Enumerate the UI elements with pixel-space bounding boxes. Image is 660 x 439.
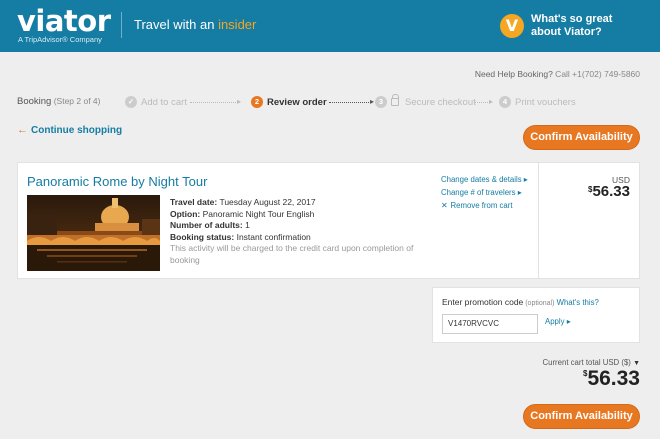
promo-code-box: Enter promotion code (optional) What's t… [432,287,640,343]
total-symbol: $ [582,369,588,378]
promo-label-row: Enter promotion code (optional) What's t… [442,297,599,307]
whats-this-link[interactable]: What's this? [554,298,599,307]
triangle-right-icon: ▸ [566,317,571,326]
price-column: USD $56.33 [538,163,640,278]
triangle-right-icon: ▸ [523,175,528,184]
remove-label: Remove from cart [450,201,513,210]
help-phone: Call +1(702) 749-5860 [552,69,640,79]
steps-title-label: Booking [17,96,52,107]
change-dates-label: Change dates & details [441,175,522,184]
cart-total-currency: USD ($) [600,358,631,367]
status-row: Booking status: Instant confirmation [170,232,430,244]
tagline: Travel with an insider [134,17,256,32]
rome-night-image [27,195,160,271]
whats-so-great-line1: What's so great [531,13,613,25]
step-label-print-vouchers: Print vouchers [515,96,576,108]
step-connector [474,102,490,103]
status-value: Instant confirmation [234,231,311,242]
adults-row: Number of adults: 1 [170,220,430,232]
steps-title-step: (Step 2 of 4) [51,96,101,106]
tour-thumbnail[interactable] [27,195,160,271]
apply-label: Apply [545,317,565,326]
change-travelers-label: Change # of travelers [441,188,516,197]
step-label-add-to-cart: Add to cart [141,96,187,108]
step-arrow-icon: ▸ [237,97,242,106]
change-travelers-link[interactable]: Change # of travelers ▸ [441,186,528,199]
cart-total-label-row[interactable]: Current cart total USD ($) ▼ [542,358,640,367]
continue-shopping-link[interactable]: ← Continue shopping [17,124,122,136]
step-review-order: 2 Review order [251,96,327,108]
step-arrow-icon: ▸ [489,97,494,106]
promo-optional: (optional) [523,300,555,307]
option-row: Option: Panoramic Night Tour English [170,209,430,221]
close-icon: ✕ [441,201,448,210]
header-divider [121,12,122,38]
price-symbol: $ [588,185,593,194]
site-header: viator A TripAdvisor® Company Travel wit… [0,0,660,52]
caret-down-icon: ▼ [633,360,640,367]
price-value: 56.33 [592,183,630,200]
status-label: Booking status: [170,231,235,242]
option-label: Option: [170,208,201,219]
adults-value: 1 [242,220,250,230]
whats-so-great-line2: about Viator? [531,26,602,38]
apply-link[interactable]: Apply ▸ [545,317,571,326]
travel-date-row: Travel date: Tuesday August 22, 2017 [170,197,430,209]
adults-label: Number of adults: [170,220,243,230]
cart-total: $56.33 [583,367,640,391]
arrow-left-icon: ← [17,124,28,136]
step-number-2: 2 [251,96,263,108]
tour-title-link[interactable]: Panoramic Rome by Night Tour [27,174,207,189]
step-print-vouchers: 4 Print vouchers [499,96,576,108]
step-arrow-icon: ▸ [370,97,375,106]
tagline-prefix: Travel with an [134,17,219,32]
booking-steps: Booking (Step 2 of 4) ✓ Add to cart ▸ 2 … [17,94,647,110]
promo-label: Enter promotion code [442,297,524,307]
promo-code-input[interactable]: V1470RVCVC [442,314,538,334]
item-price: $56.33 [588,183,630,200]
whats-so-great-link[interactable]: What's so great about Viator? [531,13,651,39]
total-value: 56.33 [587,367,640,390]
continue-shopping-label: Continue shopping [31,125,123,136]
check-icon: ✓ [125,96,137,108]
viator-badge-icon[interactable]: V [500,14,524,38]
confirm-availability-button-bottom[interactable]: Confirm Availability [523,404,640,429]
confirm-availability-button-top[interactable]: Confirm Availability [523,125,640,150]
logo-subtitle: A TripAdvisor® Company [18,35,102,44]
triangle-right-icon: ▸ [517,188,522,197]
step-connector [329,102,371,103]
cart-item-card: Panoramic Rome by Night Tour Travel date… [17,162,640,279]
step-number-3: 3 [375,96,387,108]
step-label-secure-checkout: Secure checkout [405,96,476,108]
tour-details: Travel date: Tuesday August 22, 2017 Opt… [170,197,430,266]
charge-note: This activity will be charged to the cre… [170,243,414,265]
remove-from-cart-link[interactable]: ✕ Remove from cart [441,199,528,212]
change-dates-link[interactable]: Change dates & details ▸ [441,173,528,186]
cart-total-label: Current cart total [542,358,601,367]
step-secure-checkout: 3 Secure checkout [375,94,476,108]
help-booking: Need Help Booking? Call +1(702) 749-5860 [475,69,640,79]
lock-icon [391,94,399,106]
tagline-accent: insider [218,17,257,32]
travel-date-label: Travel date: [170,197,218,207]
travel-date-value: Tuesday August 22, 2017 [217,197,316,207]
steps-title: Booking (Step 2 of 4) [17,96,100,107]
help-label: Need Help Booking? [474,69,553,79]
step-number-4: 4 [499,96,511,108]
viator-logo[interactable]: viator [17,4,111,38]
item-actions: Change dates & details ▸ Change # of tra… [441,173,528,212]
step-connector [190,102,238,103]
step-add-to-cart: ✓ Add to cart [125,96,187,108]
option-value: Panoramic Night Tour English [200,208,315,219]
step-label-review-order: Review order [267,96,327,108]
